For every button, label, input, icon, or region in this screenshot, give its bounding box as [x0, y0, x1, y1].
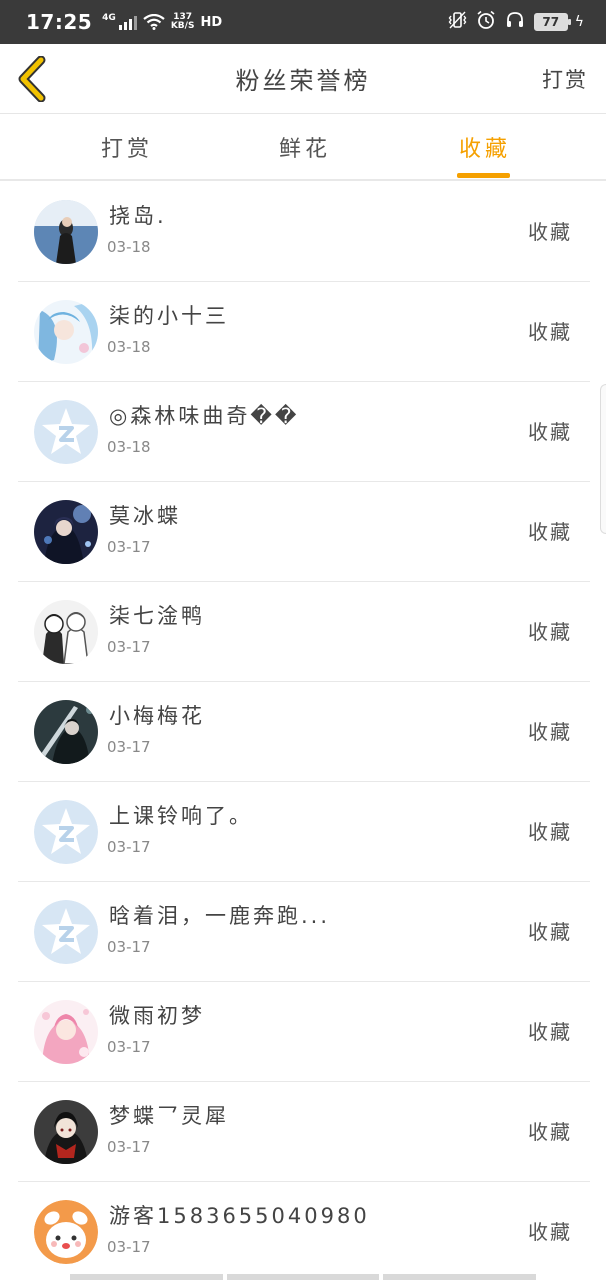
wifi-icon	[143, 13, 165, 30]
nav-bar: 粉丝荣誉榜 打赏	[0, 44, 606, 114]
alarm-icon	[476, 10, 496, 34]
cellular-signal-icon: 4G	[102, 14, 137, 30]
favorite-label: 收藏	[528, 1020, 572, 1044]
charging-icon: ϟ	[574, 14, 584, 30]
battery-level: 77	[533, 13, 571, 31]
avatar[interactable]	[34, 800, 98, 864]
fan-date: 03-17	[107, 938, 151, 956]
avatar[interactable]	[34, 1100, 98, 1164]
list-item[interactable]: ◎森林味曲奇�� 03-18 收藏	[18, 382, 590, 482]
avatar[interactable]	[34, 300, 98, 364]
favorite-label: 收藏	[528, 720, 572, 744]
fan-date: 03-17	[107, 1138, 151, 1156]
headphones-icon	[505, 10, 525, 34]
fan-name: 柒七淦鸭	[109, 604, 205, 628]
favorite-label: 收藏	[528, 920, 572, 944]
fan-name: ◎森林味曲奇��	[109, 404, 300, 428]
tab-favorites[interactable]: 收藏	[459, 131, 511, 163]
fan-date: 03-17	[107, 538, 151, 556]
fan-name: 晗着泪，一鹿奔跑...	[109, 904, 331, 928]
reward-button[interactable]: 打赏	[542, 64, 588, 94]
favorite-label: 收藏	[528, 1120, 572, 1144]
fan-date: 03-18	[107, 238, 151, 256]
back-button[interactable]	[14, 54, 50, 104]
tab-reward[interactable]: 打赏	[101, 131, 153, 163]
list-item[interactable]: 晗着泪，一鹿奔跑... 03-17 收藏	[18, 882, 590, 982]
avatar[interactable]	[34, 500, 98, 564]
fan-date: 03-17	[107, 1038, 151, 1056]
avatar[interactable]	[34, 200, 98, 264]
bottom-edge-strip	[70, 1274, 537, 1280]
avatar[interactable]	[34, 400, 98, 464]
fan-date: 03-18	[107, 338, 151, 356]
status-time: 17:25	[26, 10, 93, 34]
avatar[interactable]	[34, 1000, 98, 1064]
favorite-label: 收藏	[528, 620, 572, 644]
status-left: 17:25 4G 137 KB/S HD	[26, 10, 222, 34]
avatar[interactable]	[34, 600, 98, 664]
fan-name: 小梅梅花	[109, 704, 205, 728]
favorite-label: 收藏	[528, 220, 572, 244]
list-item[interactable]: 游客1583655040980 03-17 收藏	[18, 1182, 590, 1280]
fan-name: 梦蝶乛灵犀	[109, 1104, 229, 1128]
favorite-label: 收藏	[528, 420, 572, 444]
list-item[interactable]: 莫冰蝶 03-17 收藏	[18, 482, 590, 582]
fan-name: 莫冰蝶	[109, 504, 181, 528]
hd-indicator: HD	[200, 14, 223, 30]
speed-unit: KB/S	[170, 21, 195, 31]
fan-date: 03-17	[107, 1238, 151, 1256]
active-tab-indicator	[457, 173, 510, 178]
fan-date: 03-18	[107, 438, 151, 456]
fan-date: 03-17	[107, 738, 151, 756]
favorite-label: 收藏	[528, 820, 572, 844]
fan-date: 03-17	[107, 638, 151, 656]
list-item[interactable]: 柒七淦鸭 03-17 收藏	[18, 582, 590, 682]
list-item[interactable]: 柒的小十三 03-18 收藏	[18, 282, 590, 382]
list-item[interactable]: 微雨初梦 03-17 收藏	[18, 982, 590, 1082]
network-speed: 137 KB/S	[171, 13, 195, 31]
favorite-label: 收藏	[528, 520, 572, 544]
fan-name: 游客1583655040980	[109, 1204, 370, 1228]
page-title: 粉丝荣誉榜	[235, 67, 371, 95]
favorite-label: 收藏	[528, 1220, 572, 1244]
status-right: 77 ϟ	[447, 10, 584, 34]
avatar[interactable]	[34, 700, 98, 764]
battery-indicator: 77 ϟ	[533, 13, 584, 31]
fan-name: 柒的小十三	[109, 304, 229, 328]
list-item[interactable]: 上课铃响了。 03-17 收藏	[18, 782, 590, 882]
fan-name: 挠岛.	[109, 204, 167, 228]
list-item[interactable]: 挠岛. 03-18 收藏	[18, 182, 590, 282]
status-bar: 17:25 4G 137 KB/S HD 77 ϟ	[0, 0, 606, 44]
tab-bar: 打赏 鲜花 收藏	[0, 115, 606, 181]
network-type: 4G	[102, 13, 116, 23]
side-scroll-handle[interactable]	[600, 384, 606, 534]
fan-date: 03-17	[107, 838, 151, 856]
avatar[interactable]	[34, 1200, 98, 1264]
favorite-label: 收藏	[528, 320, 572, 344]
back-arrow-icon	[18, 56, 46, 102]
tab-flowers[interactable]: 鲜花	[279, 131, 331, 163]
fan-name: 上课铃响了。	[109, 804, 253, 828]
list-item[interactable]: 梦蝶乛灵犀 03-17 收藏	[18, 1082, 590, 1182]
list-item[interactable]: 小梅梅花 03-17 收藏	[18, 682, 590, 782]
vibrate-icon	[447, 10, 467, 34]
fan-name: 微雨初梦	[109, 1004, 205, 1028]
avatar[interactable]	[34, 900, 98, 964]
